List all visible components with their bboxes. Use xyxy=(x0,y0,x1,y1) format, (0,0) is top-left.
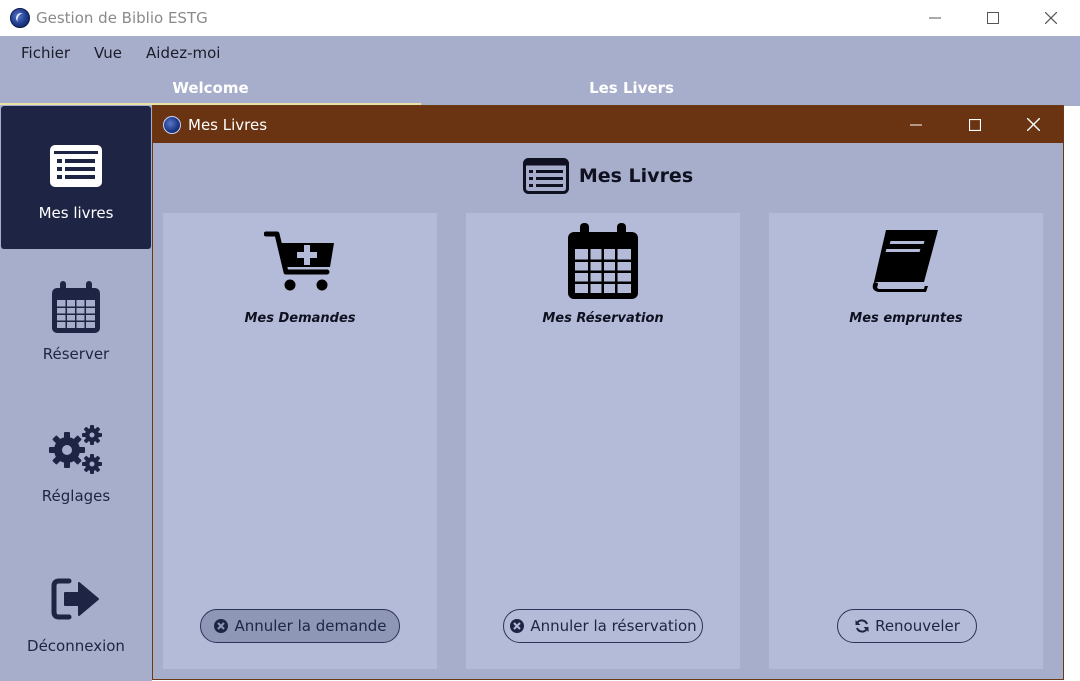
sidebar-item-reserver[interactable]: Réserver xyxy=(1,249,151,392)
page-title: Mes Livres xyxy=(578,165,694,187)
close-icon xyxy=(1027,118,1040,131)
sign-out-icon xyxy=(51,573,101,625)
sidebar-item-label: Réserver xyxy=(42,345,110,363)
panel-title: Mes empruntes xyxy=(849,311,963,326)
cancel-request-button[interactable]: Annuler la demande xyxy=(200,609,400,643)
window-title: Gestion de Biblio ESTG xyxy=(36,9,208,27)
calendar-icon xyxy=(51,281,101,333)
menu-vue[interactable]: Vue xyxy=(82,44,134,62)
panel-mes-demandes: Mes Demandes Annuler la demande xyxy=(163,213,437,669)
cancel-circle-icon xyxy=(509,618,525,634)
panel-mes-empruntes: Mes empruntes Renouveler xyxy=(769,213,1043,669)
panel-title: Mes Demandes xyxy=(244,311,356,326)
tab-welcome[interactable]: Welcome xyxy=(0,70,421,106)
cancel-reservation-button[interactable]: Annuler la réservation xyxy=(503,609,703,643)
sidebar-item-mes-livres[interactable]: Mes livres xyxy=(1,106,151,249)
refresh-icon xyxy=(854,618,870,634)
button-label: Annuler la réservation xyxy=(530,617,697,635)
minimize-icon xyxy=(929,17,941,19)
inner-window-controls xyxy=(886,106,1063,143)
minimize-icon xyxy=(909,124,922,125)
inner-window-titlebar: Mes Livres xyxy=(153,106,1063,143)
maximize-icon xyxy=(987,12,999,24)
window-controls xyxy=(906,0,1080,36)
globe-logo-icon xyxy=(10,8,30,28)
button-label: Renouveler xyxy=(875,617,960,635)
sidebar-item-deconnexion[interactable]: Déconnexion xyxy=(1,537,151,680)
cancel-circle-icon xyxy=(213,618,229,634)
gears-icon xyxy=(47,423,105,475)
button-label: Annuler la demande xyxy=(234,617,387,635)
sidebar-item-label: Réglages xyxy=(41,487,111,505)
menu-aide[interactable]: Aidez-moi xyxy=(134,44,232,62)
page-header: Mes Livres xyxy=(153,156,1063,196)
menu-bar: Fichier Vue Aidez-moi xyxy=(0,36,1080,70)
inner-minimize-button[interactable] xyxy=(886,106,945,143)
globe-logo-icon xyxy=(163,115,181,134)
menu-fichier[interactable]: Fichier xyxy=(9,44,82,62)
inner-maximize-button[interactable] xyxy=(945,106,1004,143)
inner-close-button[interactable] xyxy=(1004,106,1063,143)
book-icon xyxy=(769,221,1043,301)
inner-window-title: Mes Livres xyxy=(188,115,268,134)
cart-plus-icon xyxy=(163,221,437,301)
tab-bar: Welcome Les Livers xyxy=(0,70,1080,106)
window-titlebar: Gestion de Biblio ESTG xyxy=(0,0,1080,36)
renew-button[interactable]: Renouveler xyxy=(837,609,977,643)
panel-mes-reservation: Mes Réservation Annuler la réservation xyxy=(466,213,740,669)
sidebar-item-reglages[interactable]: Réglages xyxy=(1,393,151,536)
panel-title: Mes Réservation xyxy=(542,311,664,326)
minimize-button[interactable] xyxy=(906,0,964,36)
sidebar-item-label: Déconnexion xyxy=(27,637,125,655)
list-icon xyxy=(522,158,569,194)
calendar-icon xyxy=(466,221,740,301)
maximize-button[interactable] xyxy=(964,0,1022,36)
close-button[interactable] xyxy=(1022,0,1080,36)
maximize-icon xyxy=(968,118,981,131)
sidebar: Mes livres Réserver Réglages Déconnexion xyxy=(0,106,152,681)
mes-livres-window: Mes Livres Mes Livres Mes Demandes Annul… xyxy=(152,105,1064,680)
list-icon xyxy=(49,140,103,192)
tab-les-livres[interactable]: Les Livers xyxy=(421,70,842,106)
close-icon xyxy=(1045,12,1057,24)
sidebar-item-label: Mes livres xyxy=(38,204,114,222)
